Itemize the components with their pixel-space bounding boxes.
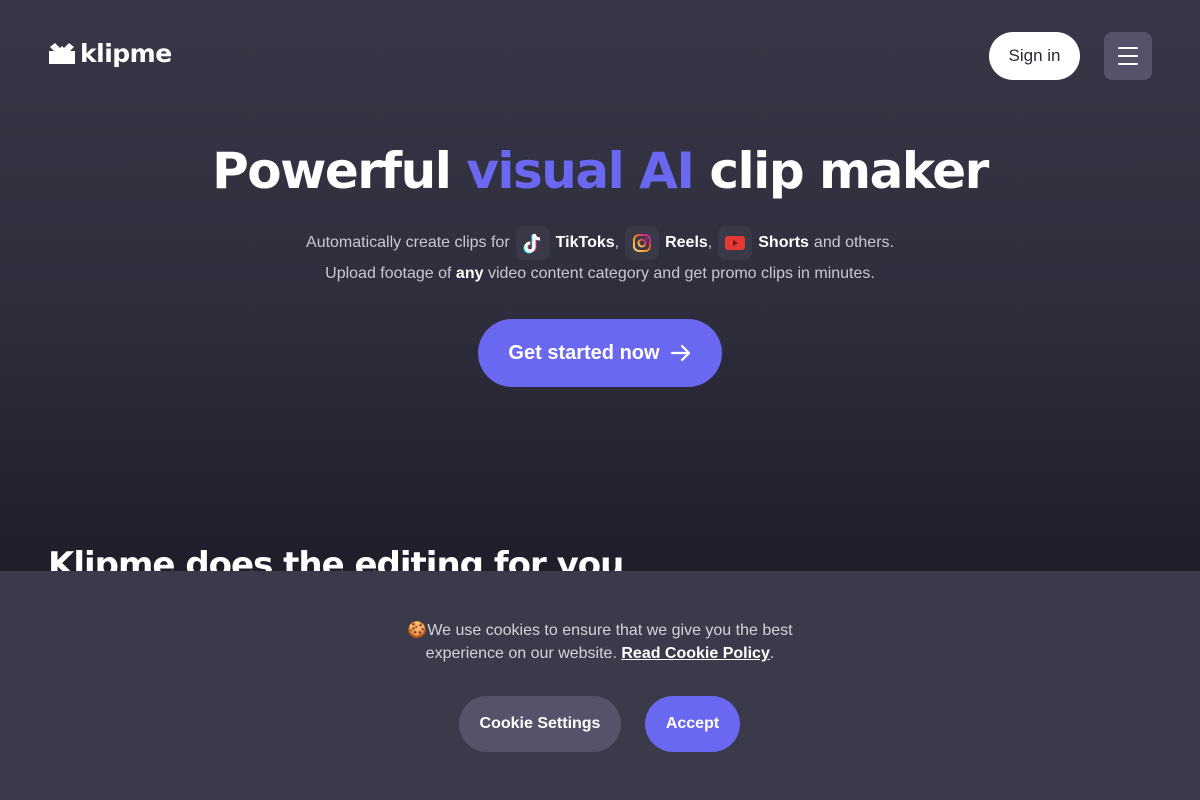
cookie-text-line2: experience on our website. xyxy=(425,645,617,662)
read-cookie-policy-link[interactable]: Read Cookie Policy xyxy=(621,645,770,662)
subline2-suffix: video content category and get promo cli… xyxy=(487,265,875,282)
cookie-text-trailing: . xyxy=(769,645,775,662)
accept-cookies-button[interactable]: Accept xyxy=(645,696,740,752)
hero-subline-platforms: Automatically create clips for TikToks, … xyxy=(0,226,1200,260)
hamburger-menu-icon xyxy=(1118,55,1138,57)
hamburger-menu-icon xyxy=(1118,47,1138,49)
platform-suffix: , xyxy=(707,234,713,251)
platform-name: Reels xyxy=(665,234,708,251)
get-started-button[interactable]: Get started now xyxy=(478,319,722,387)
subline2-prefix: Upload footage of xyxy=(325,265,452,282)
hamburger-menu-icon xyxy=(1118,63,1138,65)
platform-name: TikToks xyxy=(555,234,615,251)
tiktok-icon xyxy=(515,226,550,260)
subline2-bold: any xyxy=(455,265,484,282)
platform-youtube: Shorts xyxy=(718,226,809,260)
cookie-message: 🍪We use cookies to ensure that we give y… xyxy=(0,619,1200,665)
subline-suffix: and others. xyxy=(813,234,894,251)
menu-button[interactable] xyxy=(1104,32,1152,80)
logo-link[interactable]: klipme xyxy=(48,40,172,68)
instagram-icon xyxy=(625,226,660,260)
sign-in-button[interactable]: Sign in xyxy=(989,32,1080,80)
hero-subline-upload: Upload footage of any video content cate… xyxy=(0,262,1200,286)
platform-instagram: Reels, xyxy=(625,226,712,260)
hero-title-part2: clip maker xyxy=(693,142,989,200)
platform-tiktok: TikToks, xyxy=(515,226,620,260)
hero-title-part1: Powerful xyxy=(212,142,467,200)
cookie-settings-button[interactable]: Cookie Settings xyxy=(459,696,621,752)
cookie-banner: 🍪We use cookies to ensure that we give y… xyxy=(0,571,1200,800)
logo-text: klipme xyxy=(80,39,172,68)
hero-title: Powerful visual AI clip maker xyxy=(0,138,1200,204)
arrow-right-icon xyxy=(670,344,690,362)
cookie-icon: 🍪 xyxy=(407,622,428,639)
site-header: klipme Sign in xyxy=(0,0,1200,110)
platform-suffix: , xyxy=(614,234,620,251)
platform-name: Shorts xyxy=(758,234,809,251)
subline-prefix: Automatically create clips for xyxy=(306,234,510,251)
hero-title-accent: visual AI xyxy=(466,142,695,200)
get-started-label: Get started now xyxy=(508,341,660,364)
youtube-icon xyxy=(718,226,753,260)
cookie-text-line1: We use cookies to ensure that we give yo… xyxy=(427,622,793,639)
logo-icon xyxy=(49,43,75,64)
